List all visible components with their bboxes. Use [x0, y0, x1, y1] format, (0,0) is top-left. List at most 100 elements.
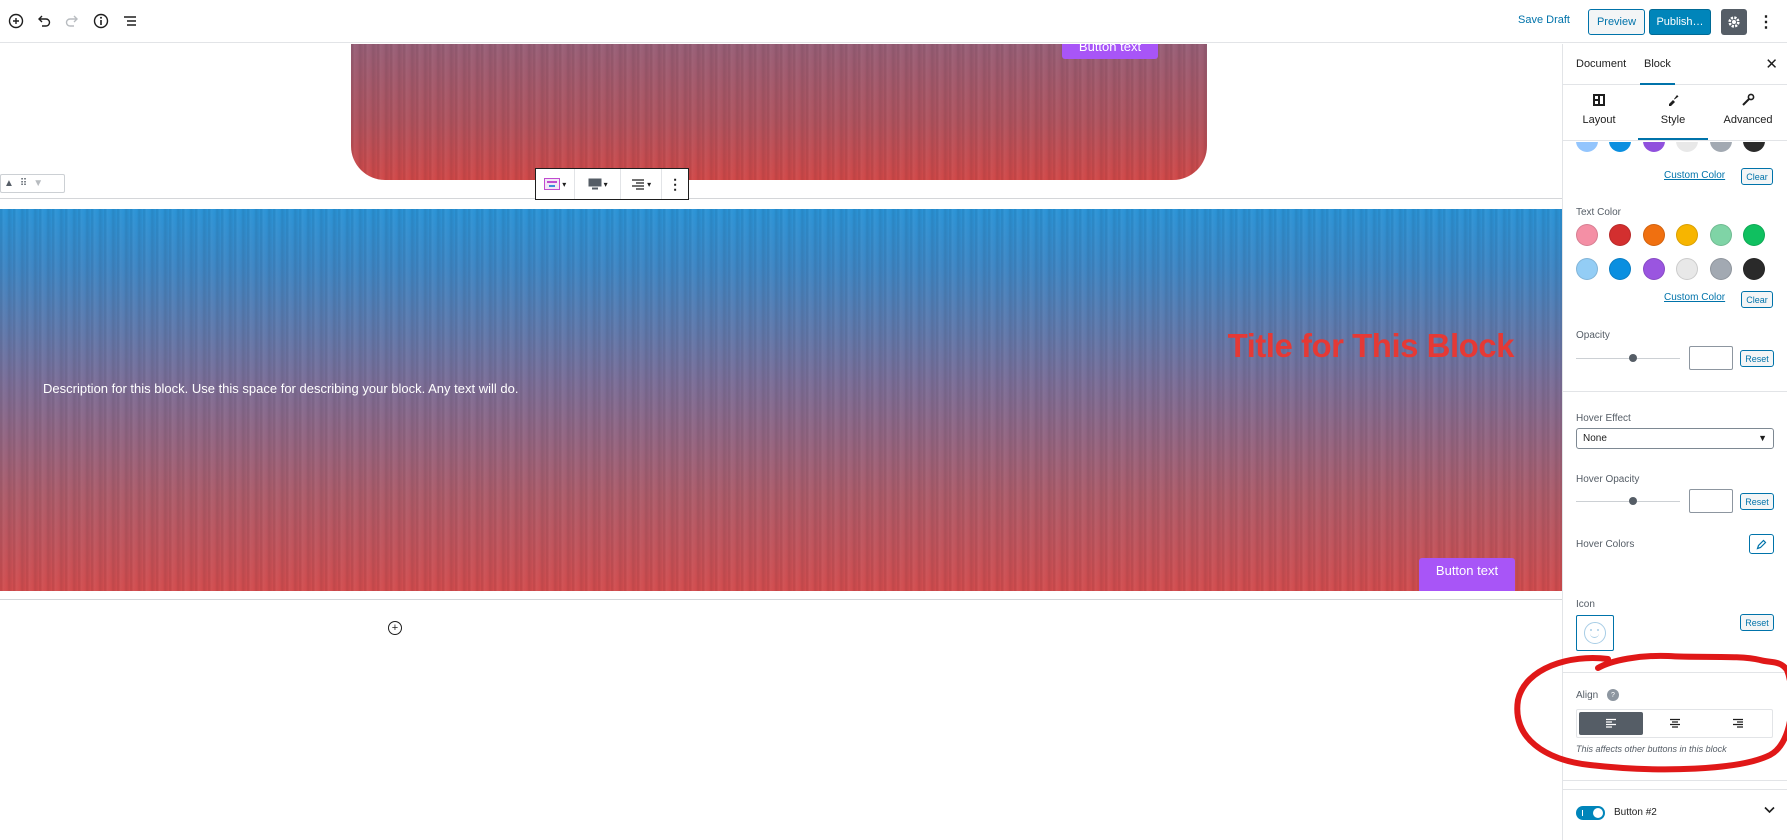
block-more-options-icon[interactable]: ⋮ [662, 169, 688, 199]
opacity-input[interactable] [1689, 346, 1733, 370]
icon-picker[interactable] [1576, 615, 1614, 651]
subtab-advanced[interactable]: Advanced [1713, 93, 1783, 126]
hover-opacity-slider-track[interactable] [1576, 501, 1680, 502]
align-left-icon [1605, 718, 1616, 728]
block-title[interactable]: Title for This Block [1228, 327, 1515, 365]
move-up-icon[interactable]: ▲ [4, 178, 14, 189]
hover-opacity-input[interactable] [1689, 489, 1733, 513]
text-color-swatch-light-gray[interactable] [1676, 258, 1698, 280]
text-color-swatch-orange[interactable] [1643, 224, 1665, 246]
subtab-advanced-label: Advanced [1723, 114, 1773, 126]
reset-opacity-button[interactable]: Reset [1740, 350, 1774, 367]
toggle-knob [1593, 808, 1603, 818]
block-navigation-icon[interactable] [120, 11, 140, 31]
opacity-slider-track[interactable] [1576, 358, 1680, 359]
device-preview-switcher[interactable]: ▾ [575, 169, 621, 199]
publish-button[interactable]: Publish… [1649, 9, 1711, 35]
more-options-icon[interactable]: ⋮ [1756, 9, 1776, 35]
hover-effect-value: None [1583, 433, 1607, 444]
tab-block[interactable]: Block [1640, 58, 1675, 85]
button-align-group [1576, 709, 1773, 738]
section-divider [1563, 391, 1787, 392]
text-color-swatch-pink[interactable] [1576, 224, 1598, 246]
tab-document[interactable]: Document [1576, 58, 1626, 70]
hover-opacity-label: Hover Opacity [1576, 474, 1640, 485]
help-icon[interactable]: ? [1607, 689, 1619, 701]
preview-button[interactable]: Preview [1588, 9, 1645, 35]
subtab-style[interactable]: Style [1638, 93, 1708, 140]
bg-color-row-partial [1563, 142, 1787, 154]
subtab-layout[interactable]: Layout [1564, 93, 1634, 126]
block-button-2[interactable]: Button text [1419, 583, 1515, 591]
color-swatch[interactable] [1676, 142, 1698, 152]
section-divider [1563, 780, 1787, 781]
call-to-action-block[interactable]: Description for this block. Use this spa… [0, 209, 1562, 591]
drag-handle-icon[interactable]: ⠿ [20, 178, 27, 189]
text-color-swatch-mint[interactable] [1710, 224, 1732, 246]
alignment-switcher[interactable]: ▾ [621, 169, 663, 199]
clear-button[interactable]: Clear [1741, 291, 1773, 308]
move-down-icon[interactable]: ▼ [33, 178, 43, 189]
block-toolbar: ▾ ▾ ▾ ⋮ [535, 168, 689, 200]
chevron-down-icon[interactable] [1764, 805, 1775, 817]
add-block-icon[interactable] [6, 11, 26, 31]
hover-effect-select[interactable]: None ▼ [1576, 428, 1774, 449]
section-divider [1563, 789, 1787, 790]
custom-color-link[interactable]: Custom Color [1664, 292, 1725, 303]
color-swatch[interactable] [1643, 142, 1665, 152]
text-color-swatch-gray[interactable] [1710, 258, 1732, 280]
top-banner-block[interactable]: Button text [351, 44, 1207, 180]
align-right-button[interactable] [1706, 712, 1770, 735]
block-mover[interactable]: ▲ ⠿ ▼ [0, 174, 65, 193]
undo-icon[interactable] [34, 11, 54, 31]
close-icon[interactable]: ✕ [1765, 55, 1778, 73]
settings-gear-icon[interactable] [1721, 9, 1747, 35]
toggle-on-mark [1582, 810, 1583, 816]
hover-opacity-slider-thumb[interactable] [1629, 497, 1637, 505]
icon-label: Icon [1576, 599, 1595, 610]
chevron-down-icon: ▼ [1758, 433, 1767, 443]
text-color-label: Text Color [1576, 207, 1622, 218]
block-button-1[interactable]: Button text [1419, 558, 1515, 583]
pencil-icon [1756, 539, 1767, 549]
add-block-inline-icon[interactable]: + [388, 621, 402, 635]
opacity-slider-thumb[interactable] [1629, 354, 1637, 362]
redo-icon[interactable] [62, 11, 82, 31]
button-2-toggle[interactable] [1576, 806, 1605, 820]
button-2-panel-title[interactable]: Button #2 [1614, 807, 1657, 818]
editor-canvas: Button text ▲ ⠿ ▼ ▾ ▾ ▾ ⋮ Description fo… [0, 44, 1562, 840]
color-swatch[interactable] [1609, 142, 1631, 152]
settings-sidebar: Document Block ✕ Layout Style Advanced C… [1562, 44, 1787, 840]
align-left-button[interactable] [1579, 712, 1643, 735]
align-right-icon [1733, 718, 1744, 728]
subtab-layout-label: Layout [1582, 114, 1616, 126]
align-center-button[interactable] [1643, 712, 1707, 735]
color-swatch[interactable] [1710, 142, 1732, 152]
text-color-swatch-blue[interactable] [1609, 258, 1631, 280]
subtab-style-label: Style [1660, 114, 1686, 126]
edit-hover-colors-button[interactable] [1749, 534, 1774, 554]
custom-color-link[interactable]: Custom Color [1664, 170, 1725, 181]
text-color-swatch-purple[interactable] [1643, 258, 1665, 280]
align-help-text: This affects other buttons in this block [1576, 744, 1727, 754]
color-swatch[interactable] [1576, 142, 1598, 152]
text-color-swatch-light-blue[interactable] [1576, 258, 1598, 280]
reset-icon-button[interactable]: Reset [1740, 614, 1774, 631]
text-color-swatch-red[interactable] [1609, 224, 1631, 246]
color-swatch[interactable] [1743, 142, 1765, 152]
clear-button[interactable]: Clear [1741, 168, 1773, 185]
text-color-swatch-yellow[interactable] [1676, 224, 1698, 246]
text-color-swatch-green[interactable] [1743, 224, 1765, 246]
save-draft-button[interactable]: Save Draft [1518, 14, 1570, 26]
info-icon[interactable] [91, 11, 111, 31]
block-type-switcher[interactable]: ▾ [536, 169, 576, 199]
layout-icon [1592, 93, 1606, 110]
reset-hover-opacity-button[interactable]: Reset [1740, 493, 1774, 510]
block-divider [0, 599, 1562, 600]
hover-colors-label: Hover Colors [1576, 539, 1635, 550]
text-color-swatch-black[interactable] [1743, 258, 1765, 280]
desktop-icon [588, 178, 602, 190]
block-description[interactable]: Description for this block. Use this spa… [43, 381, 518, 396]
dropdown-caret-icon: ▾ [603, 179, 608, 189]
top-block-button[interactable]: Button text [1062, 44, 1158, 59]
